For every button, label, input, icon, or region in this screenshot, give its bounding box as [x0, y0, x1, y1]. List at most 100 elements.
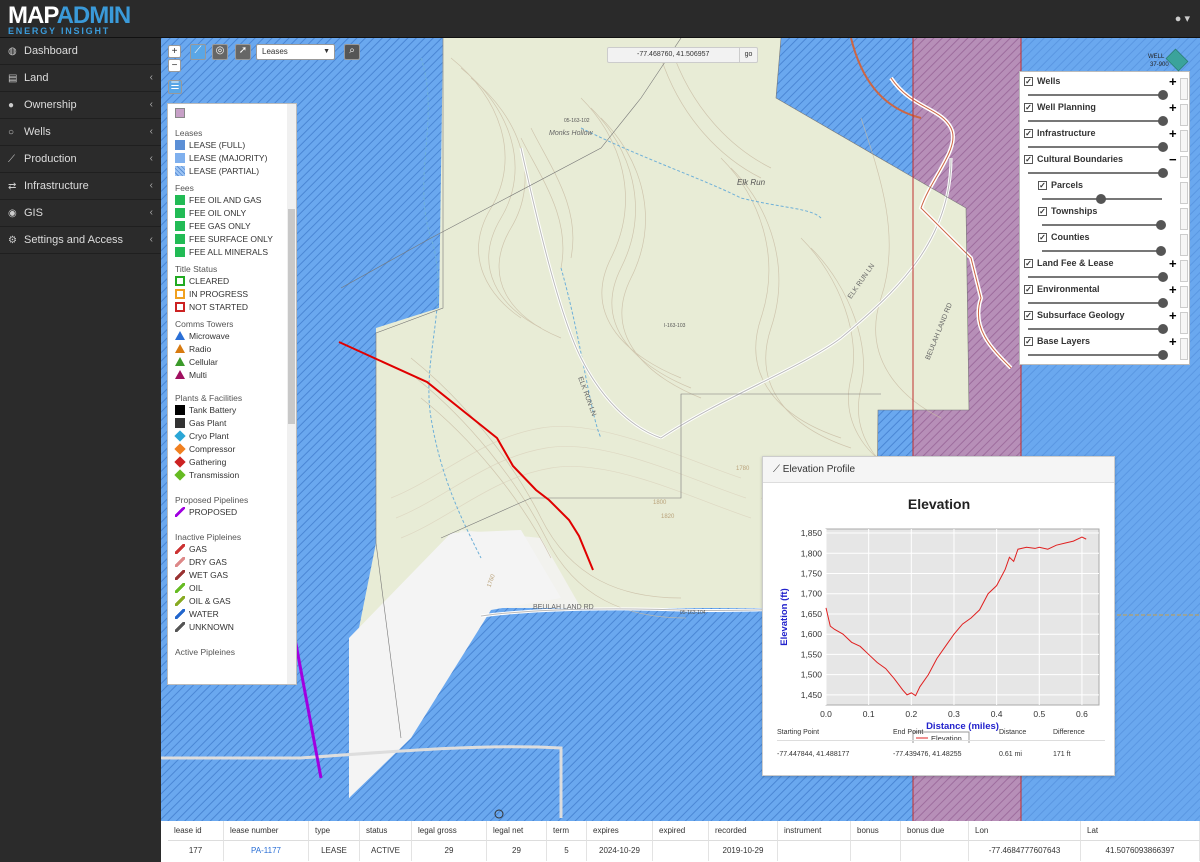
layer-opacity-slider[interactable]: [1028, 298, 1168, 308]
layer-opacity-slider[interactable]: [1028, 116, 1168, 126]
layer-counties[interactable]: ✓ Counties: [1038, 232, 1090, 242]
expand-icon[interactable]: +: [1169, 257, 1177, 270]
layer-order-spinner[interactable]: [1180, 260, 1188, 282]
layer-order-spinner[interactable]: [1180, 156, 1188, 178]
sidebar-item-production[interactable]: ⟋ Production ‹: [0, 146, 161, 173]
slider-handle[interactable]: [1158, 142, 1168, 152]
layer-opacity-slider[interactable]: [1028, 350, 1168, 360]
layer-parcels[interactable]: ✓ Parcels: [1038, 180, 1083, 190]
slider-handle[interactable]: [1096, 194, 1106, 204]
coordinate-input[interactable]: -77.468760, 41.506957: [637, 48, 709, 62]
layer-opacity-slider[interactable]: [1042, 246, 1166, 256]
sidebar-item-ownership[interactable]: ● Ownership ‹: [0, 92, 161, 119]
slider-handle[interactable]: [1158, 298, 1168, 308]
column-header[interactable]: bonus due: [901, 821, 969, 841]
expand-icon[interactable]: +: [1169, 309, 1177, 322]
layer-order-spinner[interactable]: [1180, 182, 1188, 204]
collapse-icon[interactable]: −: [1169, 153, 1177, 166]
layer-opacity-slider[interactable]: [1028, 90, 1168, 100]
layer-opacity-slider[interactable]: [1042, 194, 1162, 204]
expand-icon[interactable]: +: [1169, 75, 1177, 88]
column-header[interactable]: recorded: [709, 821, 778, 841]
slider-handle[interactable]: [1156, 246, 1166, 256]
layer-checkbox[interactable]: ✓: [1024, 128, 1033, 138]
layer-checkbox[interactable]: ✓: [1024, 76, 1033, 86]
expand-icon[interactable]: +: [1169, 101, 1177, 114]
sidebar-item-dashboard[interactable]: ◍ Dashboard: [0, 38, 161, 65]
layer-cultural-boundaries[interactable]: ✓ Cultural Boundaries: [1024, 154, 1123, 164]
layer-checkbox[interactable]: ✓: [1038, 180, 1047, 190]
layer-subsurface-geology[interactable]: ✓ Subsurface Geology: [1024, 310, 1125, 320]
layer-infrastructure[interactable]: ✓ Infrastructure: [1024, 128, 1096, 138]
legend-scrollbar[interactable]: [287, 104, 296, 684]
column-header[interactable]: Lat: [1081, 821, 1200, 841]
layer-checkbox[interactable]: ✓: [1024, 310, 1033, 320]
layer-opacity-slider[interactable]: [1028, 324, 1168, 334]
layer-order-spinner[interactable]: [1180, 286, 1188, 308]
layer-opacity-slider[interactable]: [1028, 272, 1168, 282]
layer-order-spinner[interactable]: [1180, 234, 1188, 256]
slider-handle[interactable]: [1158, 90, 1168, 100]
column-header[interactable]: lease id: [168, 821, 224, 841]
sidebar-item-land[interactable]: ▤ Land ‹: [0, 65, 161, 92]
layer-order-spinner[interactable]: [1180, 208, 1188, 230]
column-header[interactable]: bonus: [851, 821, 901, 841]
slider-handle[interactable]: [1158, 116, 1168, 126]
sidebar-item-wells[interactable]: ○ Wells ‹: [0, 119, 161, 146]
layer-well-planning[interactable]: ✓ Well Planning: [1024, 102, 1096, 112]
column-header[interactable]: type: [309, 821, 360, 841]
sidebar-item-settings-and-access[interactable]: ⚙ Settings and Access ‹: [0, 227, 161, 254]
table-cell[interactable]: PA-1177: [224, 841, 309, 861]
layer-order-spinner[interactable]: [1180, 338, 1188, 360]
layer-opacity-slider[interactable]: [1042, 220, 1166, 230]
layer-environmental[interactable]: ✓ Environmental: [1024, 284, 1100, 294]
layer-order-spinner[interactable]: [1180, 78, 1188, 100]
sidebar-item-infrastructure[interactable]: ⇄ Infrastructure ‹: [0, 173, 161, 200]
layer-select[interactable]: Leases ▼: [256, 44, 335, 60]
layer-checkbox[interactable]: ✓: [1024, 102, 1033, 112]
layer-checkbox[interactable]: ✓: [1024, 258, 1033, 268]
app-logo[interactable]: MAPADMIN ENERGY INSIGHT: [8, 4, 131, 36]
legend-toggle-button[interactable]: ☰: [168, 80, 182, 94]
layer-order-spinner[interactable]: [1180, 130, 1188, 152]
column-header[interactable]: instrument: [778, 821, 851, 841]
layer-wells[interactable]: ✓ Wells: [1024, 76, 1060, 86]
slider-handle[interactable]: [1158, 350, 1168, 360]
layer-base-layers[interactable]: ✓ Base Layers: [1024, 336, 1090, 346]
select-tool-button[interactable]: ➚: [235, 44, 251, 60]
search-button[interactable]: ⌕: [344, 44, 360, 60]
user-menu-button[interactable]: ● ▾: [1175, 12, 1190, 25]
column-header[interactable]: legal gross: [412, 821, 487, 841]
column-header[interactable]: term: [547, 821, 587, 841]
layer-checkbox[interactable]: ✓: [1038, 206, 1047, 216]
column-header[interactable]: status: [360, 821, 412, 841]
zoom-in-button[interactable]: +: [168, 45, 181, 58]
slider-handle[interactable]: [1158, 324, 1168, 334]
column-header[interactable]: lease number: [224, 821, 309, 841]
zoom-out-button[interactable]: −: [168, 59, 181, 72]
layer-townships[interactable]: ✓ Townships: [1038, 206, 1097, 216]
layer-checkbox[interactable]: ✓: [1024, 284, 1033, 294]
column-header[interactable]: expired: [653, 821, 709, 841]
map-canvas[interactable]: Monks Hollow Elk Run ELK RUN LN ELK RUN …: [161, 38, 1200, 862]
layer-opacity-slider[interactable]: [1028, 168, 1168, 178]
slider-handle[interactable]: [1158, 168, 1168, 178]
radius-tool-button[interactable]: ◎: [212, 44, 228, 60]
layer-land-fee-lease[interactable]: ✓ Land Fee & Lease: [1024, 258, 1114, 268]
elevation-tool-button[interactable]: ⟋: [190, 44, 206, 60]
expand-icon[interactable]: +: [1169, 127, 1177, 140]
expand-icon[interactable]: +: [1169, 283, 1177, 296]
layer-checkbox[interactable]: ✓: [1024, 336, 1033, 346]
layer-order-spinner[interactable]: [1180, 104, 1188, 126]
layer-checkbox[interactable]: ✓: [1038, 232, 1047, 242]
expand-icon[interactable]: +: [1169, 335, 1177, 348]
sidebar-item-gis[interactable]: ◉ GIS ‹: [0, 200, 161, 227]
column-header[interactable]: legal net: [487, 821, 547, 841]
table-row[interactable]: 177 PA-1177 LEASE ACTIVE 29 29 5 2024-10-29 2019…: [161, 841, 1200, 862]
layer-order-spinner[interactable]: [1180, 312, 1188, 334]
go-button[interactable]: go: [739, 48, 757, 62]
layer-checkbox[interactable]: ✓: [1024, 154, 1033, 164]
slider-handle[interactable]: [1156, 220, 1166, 230]
layer-opacity-slider[interactable]: [1028, 142, 1168, 152]
column-header[interactable]: Lon: [969, 821, 1081, 841]
